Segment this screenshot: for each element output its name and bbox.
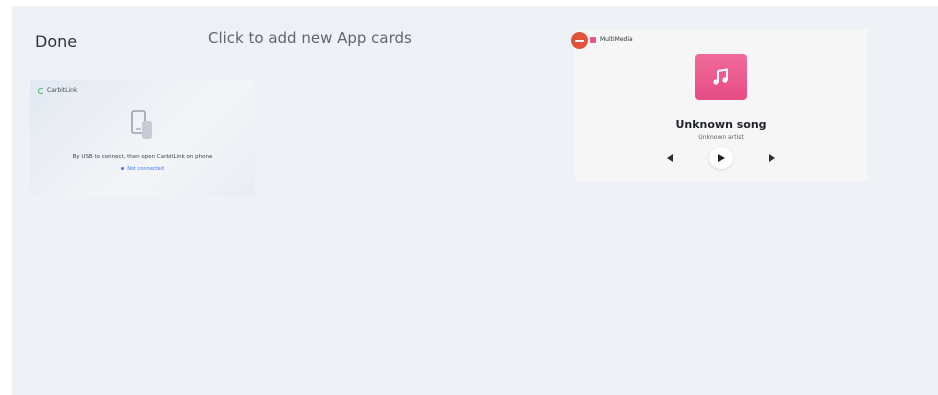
carbitlink-title: CarbitLink <box>47 87 78 94</box>
previous-icon[interactable] <box>661 151 679 165</box>
carbitlink-status: Not connected <box>30 166 255 172</box>
add-app-cards-button[interactable]: Click to add new App cards <box>208 29 412 47</box>
status-dot-icon <box>121 167 125 170</box>
carbitlink-message: By USB to connect, then open CarbitLink … <box>72 154 213 160</box>
play-icon <box>718 154 725 162</box>
carbitlink-logo-icon <box>38 87 44 94</box>
carbitlink-status-label: Not connected <box>127 166 164 172</box>
done-button[interactable]: Done <box>35 32 77 51</box>
play-button[interactable] <box>709 147 733 169</box>
multimedia-app-icon <box>590 37 596 43</box>
album-art <box>695 54 747 100</box>
next-icon[interactable] <box>763 151 781 165</box>
music-note-icon <box>713 68 728 85</box>
carbitlink-card[interactable]: CarbitLink By USB to connect, then open … <box>30 80 255 197</box>
multimedia-card[interactable]: MultiMedia Unknown song Unknown artist <box>571 29 867 181</box>
multimedia-title: MultiMedia <box>600 36 633 43</box>
minus-circle-icon[interactable] <box>571 32 588 49</box>
carbitlink-header: CarbitLink <box>38 87 77 94</box>
phone-icon <box>131 110 152 139</box>
artist-name: Unknown artist <box>698 134 744 141</box>
song-title: Unknown song <box>675 118 767 131</box>
app-card-edit-screen: Done Click to add new App cards CarbitLi… <box>12 6 938 395</box>
